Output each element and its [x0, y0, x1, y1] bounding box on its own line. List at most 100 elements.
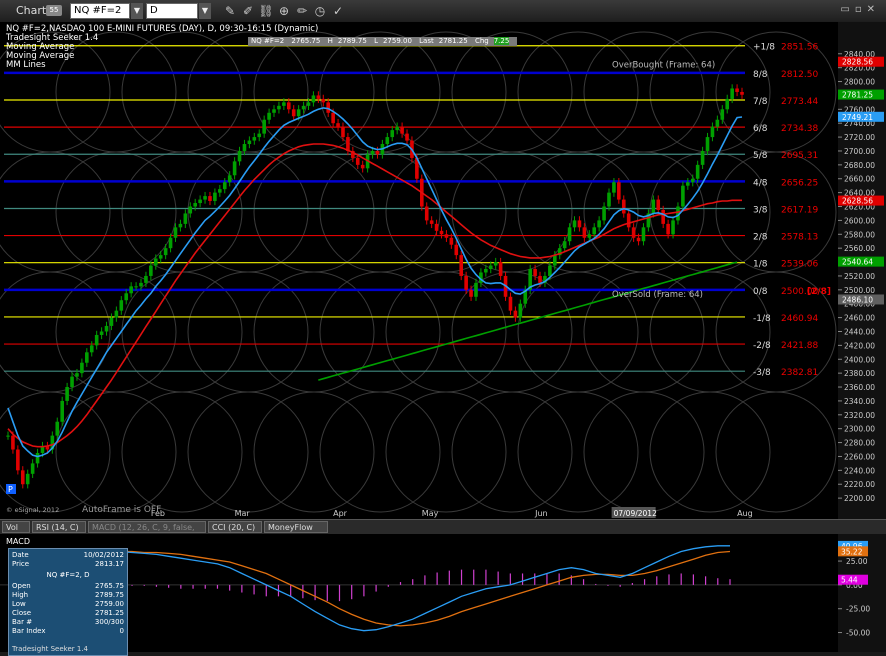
background-circle — [583, 391, 705, 513]
dw-row-value: 2781.25 — [95, 609, 124, 617]
candle-body — [587, 234, 592, 238]
candle-body — [262, 119, 266, 134]
candle-body — [636, 237, 641, 242]
interval-input[interactable]: D — [146, 3, 198, 19]
mm-line-value: 2382.81 — [781, 368, 818, 378]
candle-body — [592, 227, 597, 235]
candle-body — [257, 133, 262, 138]
dw-symbol: NQ #F=2, D — [46, 571, 90, 579]
pin-icon[interactable]: ✓ — [330, 3, 346, 19]
candle-body — [720, 109, 725, 120]
candle-body — [252, 137, 257, 141]
window-controls[interactable]: ▭▫✕ — [840, 4, 880, 15]
candle-body — [139, 282, 143, 287]
symbol-dropdown-button[interactable]: ▼ — [131, 3, 143, 19]
mm-line-fraction: 7/8 — [753, 97, 768, 107]
candle-body — [20, 470, 25, 485]
candle-body — [75, 373, 79, 377]
macd-axis-label: -25.00 — [846, 605, 870, 614]
candle-body — [311, 95, 316, 103]
price-axis-label: 2600.00 — [844, 216, 875, 225]
tab-macd[interactable]: MACD (12, 26, C, 9, false, true) — [88, 521, 206, 544]
zoom-icon[interactable]: ⊕ — [276, 3, 292, 19]
candle-body — [651, 199, 656, 214]
tab-cci[interactable]: CCI (20, C) — [208, 521, 262, 533]
candle-body — [25, 473, 30, 485]
candle-body — [144, 275, 148, 283]
candle-body — [291, 109, 296, 117]
dw-date-value: 10/02/2012 — [83, 551, 124, 559]
candle-body — [602, 206, 606, 221]
price-axis-label: 2300.00 — [844, 425, 875, 434]
candle-body — [272, 109, 276, 113]
candle-body — [321, 98, 326, 103]
candle-body — [597, 220, 601, 228]
month-label: May — [422, 509, 439, 518]
tab-moneyflow[interactable]: MoneyFlow (14) — [264, 521, 328, 544]
pencil-icon[interactable]: ✎ — [222, 3, 238, 19]
candle-body — [493, 262, 498, 266]
price-chart-pane[interactable]: 2200.00 2220.00 2240.00 2260.00 2280.00 2300.… — [0, 22, 886, 520]
candle-body — [686, 182, 690, 186]
price-axis-label: 2200.00 — [844, 494, 875, 503]
candle-body — [70, 376, 74, 388]
data-window[interactable]: Date 10/02/2012 Price 2813.17 NQ #F=2, D O… — [8, 548, 128, 656]
background-circle — [451, 31, 573, 153]
price-axis-label: 2720.00 — [844, 133, 875, 142]
macd-pane[interactable]: 25.000.00-25.00-50.0040.9635.225.44 MACD… — [0, 534, 886, 656]
month-label: Apr — [333, 509, 348, 518]
candle-body — [681, 185, 685, 207]
clock-icon[interactable]: ◷ — [312, 3, 328, 19]
candle-body — [173, 227, 178, 238]
mm-line-value: 2812.50 — [781, 70, 818, 80]
price-value-label: 2486.10 — [842, 295, 873, 304]
candle-body — [163, 248, 168, 256]
link-icon[interactable]: ⛓ — [258, 3, 274, 19]
candle-body — [572, 220, 577, 228]
background-circle — [583, 31, 705, 153]
interval-dropdown-button[interactable]: ▼ — [199, 3, 211, 19]
ohlc-high-label: H — [327, 37, 333, 45]
candle-body — [518, 303, 523, 318]
dw-row: Bar # 300/300 — [12, 618, 124, 627]
mm-line-fraction: 0/8 — [753, 287, 768, 297]
drawing-tool-icon[interactable]: ✏ — [294, 3, 310, 19]
candle-body — [567, 227, 572, 242]
background-circle — [517, 391, 639, 513]
candle-body — [286, 102, 291, 110]
mm-line-fraction: 6/8 — [753, 124, 768, 134]
candle-body — [346, 137, 350, 151]
candle-body — [508, 296, 513, 311]
candle-body — [607, 192, 611, 207]
candle-body — [538, 275, 542, 283]
symbol-input[interactable]: NQ #F=2 — [70, 3, 130, 19]
macd-label: MACD — [6, 537, 30, 546]
candle-body — [277, 105, 281, 110]
tab-rsi[interactable]: RSI (14, C) — [32, 521, 86, 533]
dw-row-key: Low — [12, 600, 26, 608]
overbought-label: OverBought (Frame: 64) — [612, 61, 715, 71]
candle-body — [316, 95, 321, 99]
mm-line-fraction: 5/8 — [753, 151, 768, 161]
background-circle — [0, 151, 111, 273]
price-chart[interactable]: 2200.00 2220.00 2240.00 2260.00 2280.00 2300.… — [0, 22, 886, 520]
tab-vol[interactable]: Vol — [2, 521, 30, 533]
candle-body — [735, 88, 739, 92]
dw-row: Bar Index 0 — [12, 627, 124, 636]
mm-line-fraction: -2/8 — [753, 341, 771, 351]
candle-body — [395, 126, 399, 131]
macd-chart[interactable]: 25.000.00-25.00-50.0040.9635.225.44 — [0, 534, 886, 652]
candle-body — [198, 199, 202, 204]
candle-body — [390, 130, 395, 138]
pen-icon[interactable]: ✐ — [240, 3, 256, 19]
candle-body — [444, 234, 449, 238]
candle-body — [267, 112, 271, 120]
candle-body — [158, 255, 163, 259]
dw-row-value: 300/300 — [94, 618, 124, 626]
mm-line-fraction: 3/8 — [753, 205, 768, 215]
candle-body — [740, 91, 744, 95]
mm-line-fraction: -3/8 — [753, 368, 771, 378]
mm-line-value: 2578.13 — [781, 233, 818, 243]
price-axis-label: 2680.00 — [844, 161, 875, 170]
month-label: Aug — [737, 509, 753, 518]
